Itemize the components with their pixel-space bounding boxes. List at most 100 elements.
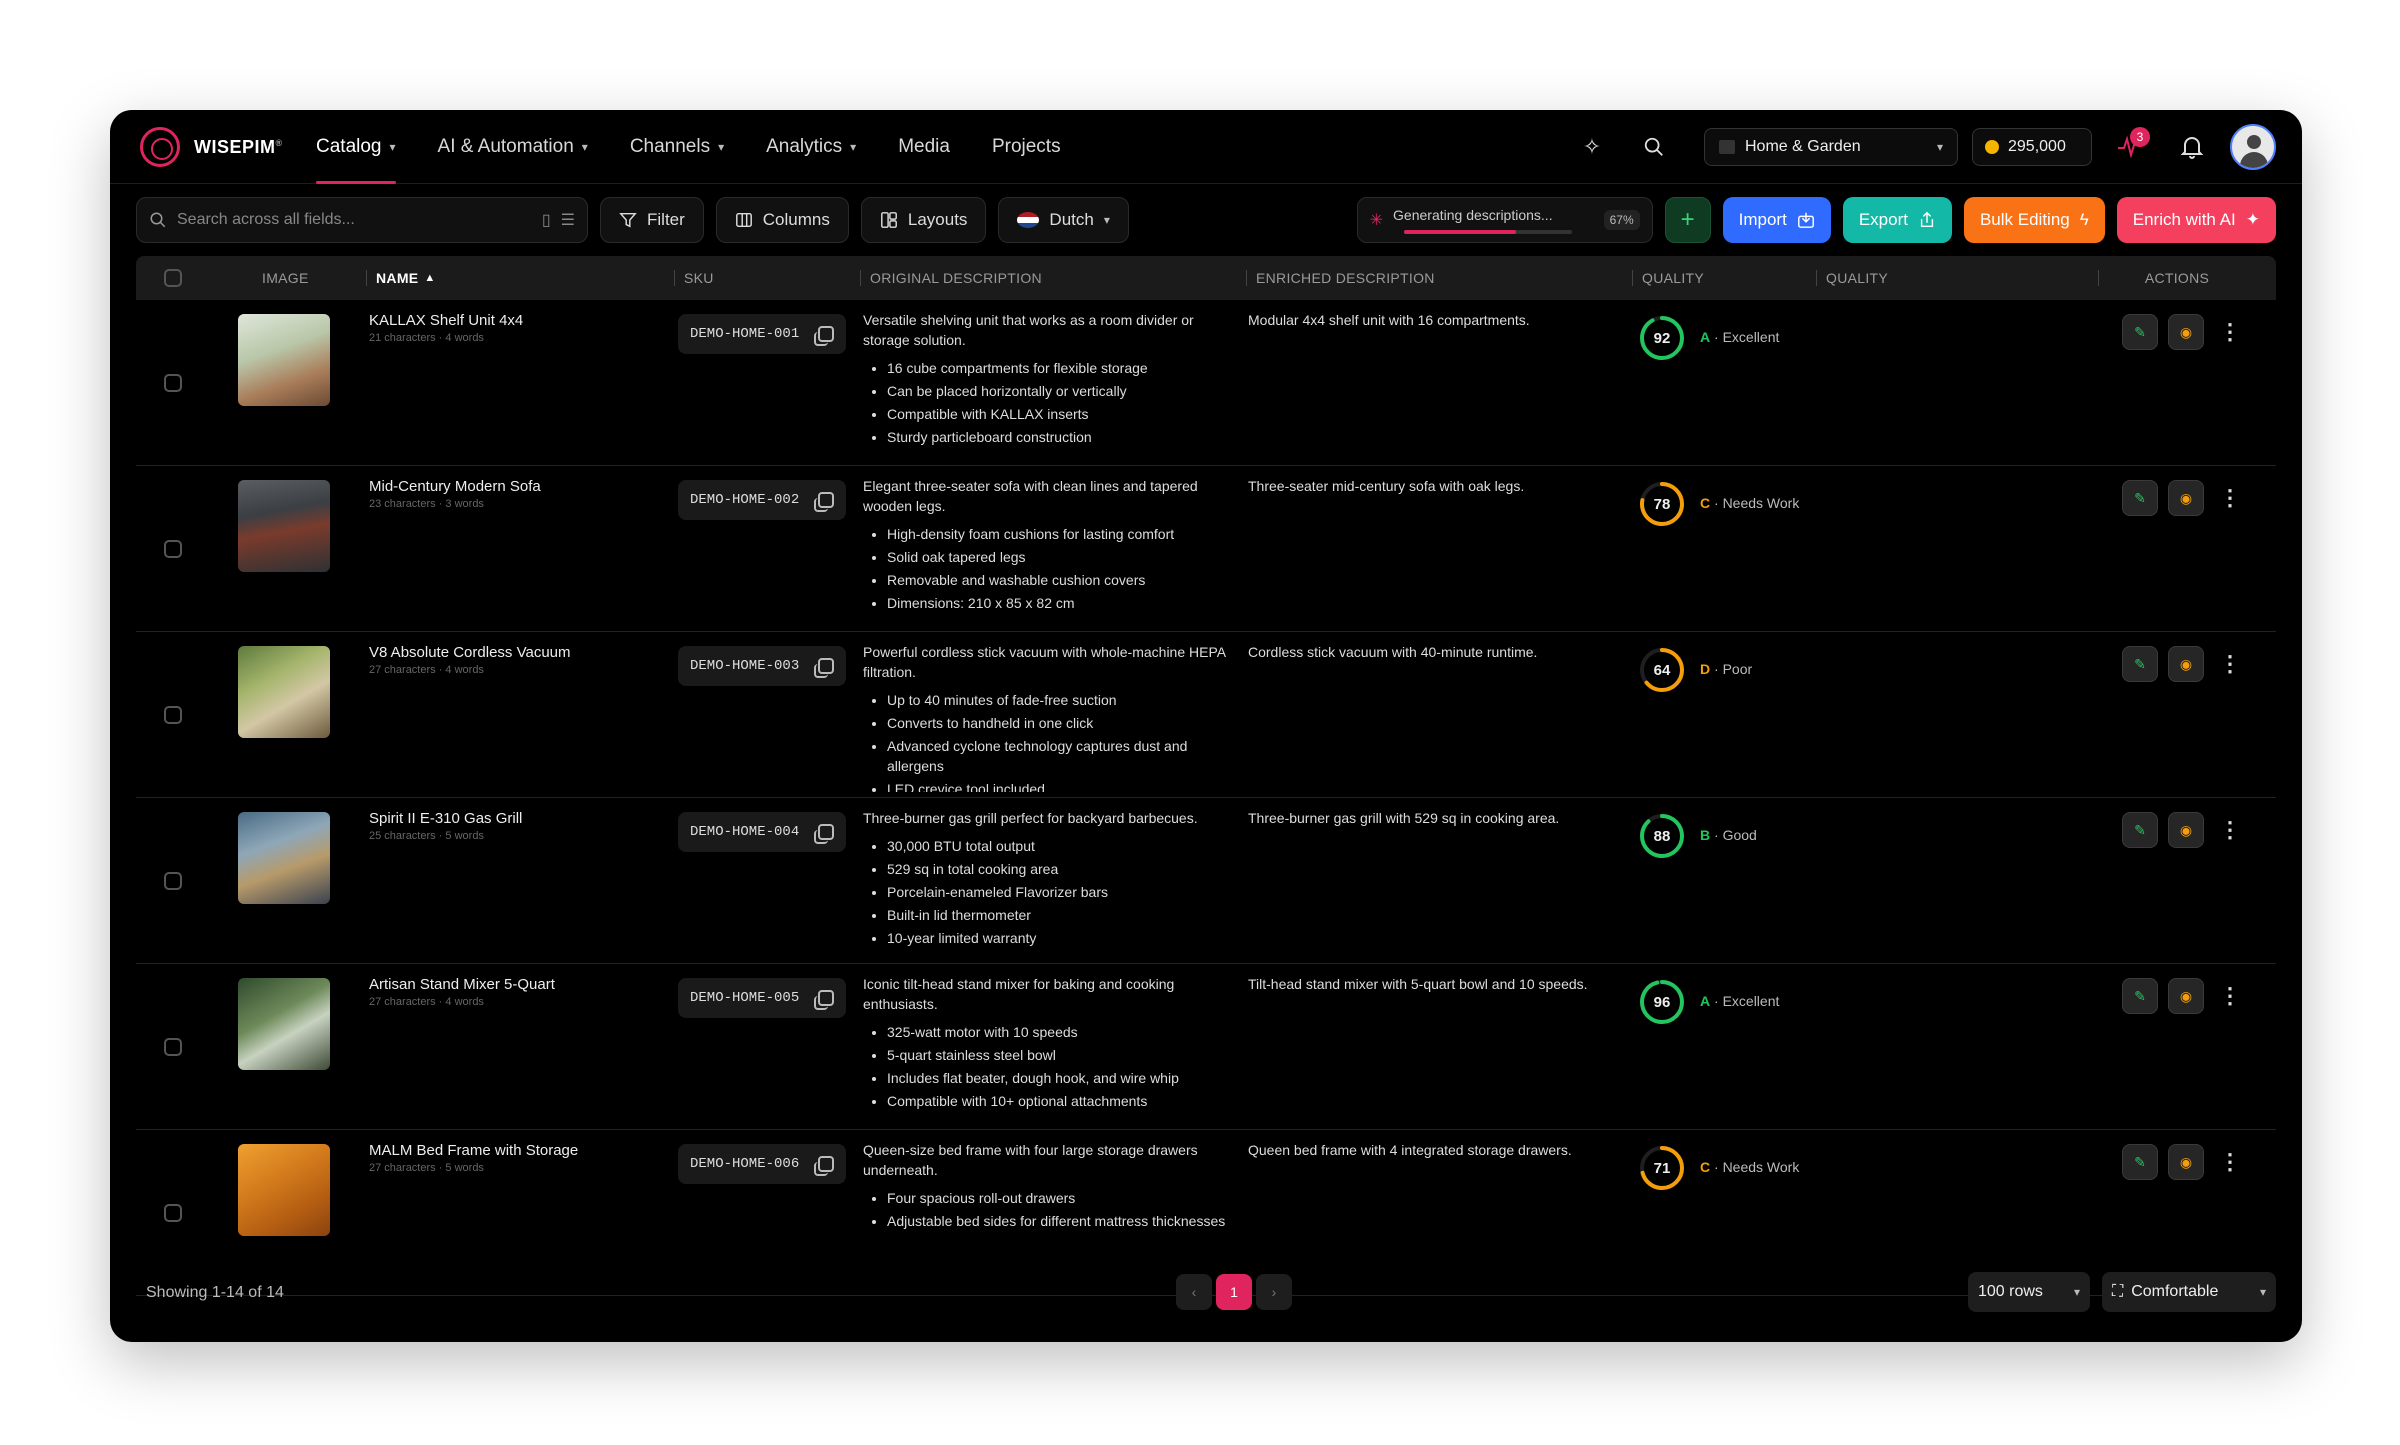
- edit-button[interactable]: ✎: [2122, 812, 2158, 848]
- edit-button[interactable]: ✎: [2122, 480, 2158, 516]
- prev-page-button[interactable]: ‹: [1176, 1274, 1212, 1310]
- more-options-icon[interactable]: ⋮: [2218, 314, 2242, 350]
- nav-channels[interactable]: Channels ▾: [630, 110, 724, 184]
- rows-per-page-select[interactable]: 100 rows ▾: [1968, 1272, 2090, 1312]
- edit-button[interactable]: ✎: [2122, 978, 2158, 1014]
- language-selector[interactable]: Dutch ▾: [998, 197, 1129, 243]
- original-description[interactable]: Versatile shelving unit that works as a …: [863, 310, 1231, 460]
- row-checkbox[interactable]: [164, 374, 182, 392]
- bulk-editing-button[interactable]: Bulk Editing ϟ: [1963, 197, 2105, 243]
- more-options-icon[interactable]: ⋮: [2218, 1144, 2242, 1180]
- enriched-description[interactable]: Tilt-head stand mixer with 5-quart bowl …: [1248, 974, 1620, 994]
- copy-icon[interactable]: [814, 658, 834, 678]
- enriched-description[interactable]: Cordless stick vacuum with 40-minute run…: [1248, 642, 1620, 662]
- copy-icon[interactable]: [814, 326, 834, 346]
- density-select[interactable]: ⛶ Comfortable ▾: [2102, 1272, 2276, 1312]
- original-description[interactable]: Iconic tilt-head stand mixer for baking …: [863, 974, 1231, 1124]
- table-row[interactable]: Spirit II E-310 Gas Grill 25 characters …: [136, 798, 2276, 964]
- product-image[interactable]: [238, 978, 330, 1070]
- copy-icon[interactable]: [814, 990, 834, 1010]
- preview-button[interactable]: ◉: [2168, 1144, 2204, 1180]
- more-options-icon[interactable]: ⋮: [2218, 812, 2242, 848]
- product-image[interactable]: [238, 1144, 330, 1236]
- search-icon[interactable]: [1630, 123, 1678, 171]
- import-button[interactable]: Import: [1722, 197, 1831, 243]
- more-options-icon[interactable]: ⋮: [2218, 978, 2242, 1014]
- original-description[interactable]: Queen-size bed frame with four large sto…: [863, 1140, 1231, 1290]
- header-quality-2[interactable]: QUALITY: [1816, 256, 1888, 300]
- header-original-description[interactable]: ORIGINAL DESCRIPTION: [860, 256, 1042, 300]
- product-image[interactable]: [238, 480, 330, 572]
- table-row[interactable]: Artisan Stand Mixer 5-Quart 27 character…: [136, 964, 2276, 1130]
- row-checkbox[interactable]: [164, 1038, 182, 1056]
- copy-icon[interactable]: [814, 824, 834, 844]
- sku-chip[interactable]: DEMO-HOME-002: [678, 480, 846, 520]
- header-sku[interactable]: SKU: [674, 256, 714, 300]
- logo[interactable]: WISEPIM®: [140, 127, 283, 167]
- select-all-checkbox[interactable]: [164, 256, 182, 300]
- product-name[interactable]: KALLAX Shelf Unit 4x4: [369, 312, 523, 329]
- table-row[interactable]: KALLAX Shelf Unit 4x4 21 characters · 4 …: [136, 300, 2276, 466]
- sparkles-icon[interactable]: ✧: [1568, 123, 1616, 171]
- search-input[interactable]: [177, 211, 532, 229]
- row-checkbox[interactable]: [164, 1204, 182, 1222]
- header-quality[interactable]: QUALITY: [1632, 256, 1704, 300]
- filter-button[interactable]: Filter: [600, 197, 704, 243]
- user-avatar[interactable]: [2230, 124, 2276, 170]
- product-name[interactable]: Mid-Century Modern Sofa: [369, 478, 541, 495]
- preview-button[interactable]: ◉: [2168, 480, 2204, 516]
- sku-chip[interactable]: DEMO-HOME-005: [678, 978, 846, 1018]
- copy-icon[interactable]: [814, 492, 834, 512]
- edit-button[interactable]: ✎: [2122, 1144, 2158, 1180]
- original-description[interactable]: Three-burner gas grill perfect for backy…: [863, 808, 1231, 958]
- preview-button[interactable]: ◉: [2168, 314, 2204, 350]
- enrich-ai-button[interactable]: Enrich with AI ✦: [2116, 197, 2276, 243]
- sku-chip[interactable]: DEMO-HOME-003: [678, 646, 846, 686]
- product-image[interactable]: [238, 646, 330, 738]
- sku-chip[interactable]: DEMO-HOME-001: [678, 314, 846, 354]
- row-checkbox[interactable]: [164, 706, 182, 724]
- nav-analytics[interactable]: Analytics ▾: [766, 110, 856, 184]
- bell-icon[interactable]: [2168, 123, 2216, 171]
- product-image[interactable]: [238, 314, 330, 406]
- nav-catalog[interactable]: Catalog ▾: [316, 110, 396, 184]
- bookmark-icon[interactable]: ▯: [542, 210, 551, 230]
- more-options-icon[interactable]: ⋮: [2218, 480, 2242, 516]
- edit-button[interactable]: ✎: [2122, 314, 2158, 350]
- product-name[interactable]: V8 Absolute Cordless Vacuum: [369, 644, 571, 661]
- table-row[interactable]: Mid-Century Modern Sofa 23 characters · …: [136, 466, 2276, 632]
- sku-chip[interactable]: DEMO-HOME-006: [678, 1144, 846, 1184]
- columns-button[interactable]: Columns: [715, 197, 849, 243]
- product-name[interactable]: Spirit II E-310 Gas Grill: [369, 810, 522, 827]
- enriched-description[interactable]: Queen bed frame with 4 integrated storag…: [1248, 1140, 1620, 1160]
- row-checkbox[interactable]: [164, 540, 182, 558]
- credits-balance[interactable]: 295,000: [1972, 128, 2092, 166]
- enriched-description[interactable]: Three-seater mid-century sofa with oak l…: [1248, 476, 1620, 496]
- nav-projects[interactable]: Projects: [992, 110, 1061, 184]
- product-image[interactable]: [238, 812, 330, 904]
- layouts-button[interactable]: Layouts: [860, 197, 987, 243]
- sku-chip[interactable]: DEMO-HOME-004: [678, 812, 846, 852]
- preview-button[interactable]: ◉: [2168, 812, 2204, 848]
- table-row[interactable]: V8 Absolute Cordless Vacuum 27 character…: [136, 632, 2276, 798]
- workspace-selector[interactable]: Home & Garden ▾: [1704, 128, 1958, 166]
- product-name[interactable]: Artisan Stand Mixer 5-Quart: [369, 976, 555, 993]
- export-button[interactable]: Export: [1842, 197, 1952, 243]
- header-enriched-description[interactable]: ENRICHED DESCRIPTION: [1246, 256, 1435, 300]
- sliders-icon[interactable]: ☰: [561, 210, 575, 230]
- add-button[interactable]: +: [1664, 197, 1711, 243]
- product-name[interactable]: MALM Bed Frame with Storage: [369, 1142, 578, 1159]
- nav-ai-automation[interactable]: AI & Automation ▾: [438, 110, 588, 184]
- nav-media[interactable]: Media: [898, 110, 950, 184]
- copy-icon[interactable]: [814, 1156, 834, 1176]
- enriched-description[interactable]: Three-burner gas grill with 529 sq in co…: [1248, 808, 1620, 828]
- original-description[interactable]: Elegant three-seater sofa with clean lin…: [863, 476, 1231, 626]
- original-description[interactable]: Powerful cordless stick vacuum with whol…: [863, 642, 1231, 792]
- header-name[interactable]: NAME ▲: [366, 256, 436, 300]
- row-checkbox[interactable]: [164, 872, 182, 890]
- activity-button[interactable]: 3: [2106, 123, 2154, 171]
- edit-button[interactable]: ✎: [2122, 646, 2158, 682]
- preview-button[interactable]: ◉: [2168, 978, 2204, 1014]
- more-options-icon[interactable]: ⋮: [2218, 646, 2242, 682]
- preview-button[interactable]: ◉: [2168, 646, 2204, 682]
